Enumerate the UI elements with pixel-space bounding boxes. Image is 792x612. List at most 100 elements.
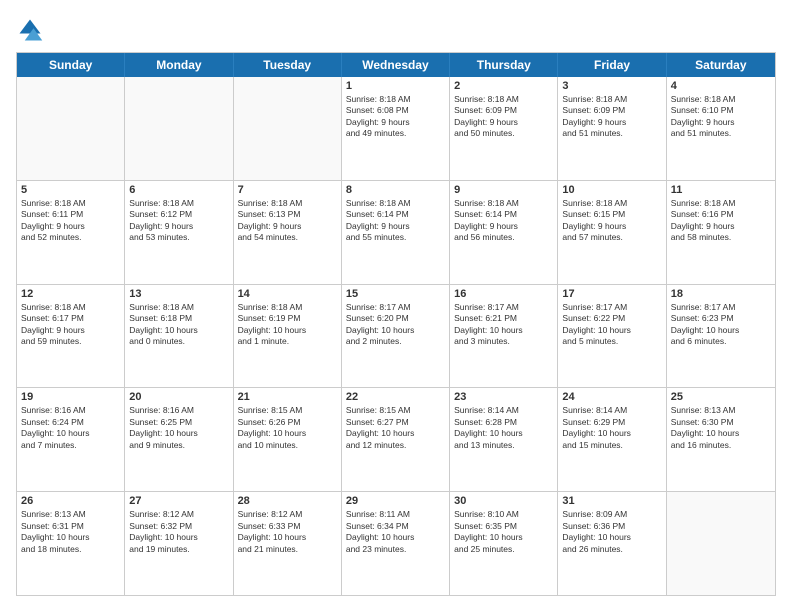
day-info: Sunrise: 8:18 AM Sunset: 6:11 PM Dayligh…	[21, 198, 120, 244]
calendar-cell: 7 Sunrise: 8:18 AM Sunset: 6:13 PM Daylig…	[234, 181, 342, 284]
day-number: 16	[454, 288, 553, 300]
calendar-cell: 1 Sunrise: 8:18 AM Sunset: 6:08 PM Daylig…	[342, 77, 450, 180]
calendar-cell: 11 Sunrise: 8:18 AM Sunset: 6:16 PM Dayli…	[667, 181, 775, 284]
day-number: 3	[562, 80, 661, 92]
calendar-cell: 31 Sunrise: 8:09 AM Sunset: 6:36 PM Dayli…	[558, 492, 666, 595]
day-info: Sunrise: 8:16 AM Sunset: 6:24 PM Dayligh…	[21, 405, 120, 451]
day-info: Sunrise: 8:18 AM Sunset: 6:08 PM Dayligh…	[346, 94, 445, 140]
calendar-cell: 16 Sunrise: 8:17 AM Sunset: 6:21 PM Dayli…	[450, 285, 558, 388]
day-info: Sunrise: 8:18 AM Sunset: 6:09 PM Dayligh…	[454, 94, 553, 140]
day-info: Sunrise: 8:13 AM Sunset: 6:30 PM Dayligh…	[671, 405, 771, 451]
day-info: Sunrise: 8:12 AM Sunset: 6:33 PM Dayligh…	[238, 509, 337, 555]
calendar-cell: 24 Sunrise: 8:14 AM Sunset: 6:29 PM Dayli…	[558, 388, 666, 491]
header-day-thursday: Thursday	[450, 53, 558, 77]
day-number: 7	[238, 184, 337, 196]
header-day-tuesday: Tuesday	[234, 53, 342, 77]
day-number: 2	[454, 80, 553, 92]
day-number: 5	[21, 184, 120, 196]
calendar-row-0: 1 Sunrise: 8:18 AM Sunset: 6:08 PM Daylig…	[17, 77, 775, 181]
day-number: 17	[562, 288, 661, 300]
logo-icon	[16, 16, 44, 44]
day-info: Sunrise: 8:18 AM Sunset: 6:14 PM Dayligh…	[346, 198, 445, 244]
day-number: 9	[454, 184, 553, 196]
day-info: Sunrise: 8:14 AM Sunset: 6:29 PM Dayligh…	[562, 405, 661, 451]
calendar-row-1: 5 Sunrise: 8:18 AM Sunset: 6:11 PM Daylig…	[17, 181, 775, 285]
day-info: Sunrise: 8:18 AM Sunset: 6:13 PM Dayligh…	[238, 198, 337, 244]
calendar-cell: 22 Sunrise: 8:15 AM Sunset: 6:27 PM Dayli…	[342, 388, 450, 491]
calendar-cell: 9 Sunrise: 8:18 AM Sunset: 6:14 PM Daylig…	[450, 181, 558, 284]
calendar-cell: 4 Sunrise: 8:18 AM Sunset: 6:10 PM Daylig…	[667, 77, 775, 180]
page: SundayMondayTuesdayWednesdayThursdayFrid…	[0, 0, 792, 612]
day-info: Sunrise: 8:11 AM Sunset: 6:34 PM Dayligh…	[346, 509, 445, 555]
calendar-cell: 30 Sunrise: 8:10 AM Sunset: 6:35 PM Dayli…	[450, 492, 558, 595]
calendar-body: 1 Sunrise: 8:18 AM Sunset: 6:08 PM Daylig…	[17, 77, 775, 595]
calendar-cell: 29 Sunrise: 8:11 AM Sunset: 6:34 PM Dayli…	[342, 492, 450, 595]
day-info: Sunrise: 8:09 AM Sunset: 6:36 PM Dayligh…	[562, 509, 661, 555]
calendar-cell: 19 Sunrise: 8:16 AM Sunset: 6:24 PM Dayli…	[17, 388, 125, 491]
day-info: Sunrise: 8:12 AM Sunset: 6:32 PM Dayligh…	[129, 509, 228, 555]
calendar-cell: 15 Sunrise: 8:17 AM Sunset: 6:20 PM Dayli…	[342, 285, 450, 388]
day-number: 24	[562, 391, 661, 403]
calendar-cell: 5 Sunrise: 8:18 AM Sunset: 6:11 PM Daylig…	[17, 181, 125, 284]
day-number: 27	[129, 495, 228, 507]
day-number: 31	[562, 495, 661, 507]
day-info: Sunrise: 8:17 AM Sunset: 6:20 PM Dayligh…	[346, 302, 445, 348]
calendar-cell: 13Sunrise: 8:18 AM Sunset: 6:18 PM Dayli…	[125, 285, 233, 388]
calendar-cell	[667, 492, 775, 595]
day-number: 15	[346, 288, 445, 300]
day-number: 19	[21, 391, 120, 403]
calendar-cell: 12 Sunrise: 8:18 AM Sunset: 6:17 PM Dayli…	[17, 285, 125, 388]
day-info: Sunrise: 8:10 AM Sunset: 6:35 PM Dayligh…	[454, 509, 553, 555]
day-number: 4	[671, 80, 771, 92]
day-number: 29	[346, 495, 445, 507]
calendar-cell: 23 Sunrise: 8:14 AM Sunset: 6:28 PM Dayli…	[450, 388, 558, 491]
header	[16, 16, 776, 44]
day-info: Sunrise: 8:18 AM Sunset: 6:09 PM Dayligh…	[562, 94, 661, 140]
calendar-cell	[234, 77, 342, 180]
calendar-cell: 2 Sunrise: 8:18 AM Sunset: 6:09 PM Daylig…	[450, 77, 558, 180]
day-info: Sunrise: 8:15 AM Sunset: 6:27 PM Dayligh…	[346, 405, 445, 451]
day-number: 22	[346, 391, 445, 403]
day-number: 23	[454, 391, 553, 403]
calendar-cell: 6Sunrise: 8:18 AM Sunset: 6:12 PM Daylig…	[125, 181, 233, 284]
day-number: 30	[454, 495, 553, 507]
day-number: 26	[21, 495, 120, 507]
calendar-row-4: 26 Sunrise: 8:13 AM Sunset: 6:31 PM Dayli…	[17, 492, 775, 595]
header-day-saturday: Saturday	[667, 53, 775, 77]
day-number: 25	[671, 391, 771, 403]
day-info: Sunrise: 8:18 AM Sunset: 6:17 PM Dayligh…	[21, 302, 120, 348]
header-day-sunday: Sunday	[17, 53, 125, 77]
day-info: Sunrise: 8:18 AM Sunset: 6:16 PM Dayligh…	[671, 198, 771, 244]
calendar-row-3: 19 Sunrise: 8:16 AM Sunset: 6:24 PM Dayli…	[17, 388, 775, 492]
day-number: 12	[21, 288, 120, 300]
day-info: Sunrise: 8:17 AM Sunset: 6:21 PM Dayligh…	[454, 302, 553, 348]
calendar-row-2: 12 Sunrise: 8:18 AM Sunset: 6:17 PM Dayli…	[17, 285, 775, 389]
calendar-cell: 25 Sunrise: 8:13 AM Sunset: 6:30 PM Dayli…	[667, 388, 775, 491]
day-info: Sunrise: 8:14 AM Sunset: 6:28 PM Dayligh…	[454, 405, 553, 451]
calendar-cell: 14 Sunrise: 8:18 AM Sunset: 6:19 PM Dayli…	[234, 285, 342, 388]
header-day-wednesday: Wednesday	[342, 53, 450, 77]
calendar-cell: 28Sunrise: 8:12 AM Sunset: 6:33 PM Dayli…	[234, 492, 342, 595]
day-info: Sunrise: 8:17 AM Sunset: 6:22 PM Dayligh…	[562, 302, 661, 348]
calendar-cell: 8Sunrise: 8:18 AM Sunset: 6:14 PM Daylig…	[342, 181, 450, 284]
day-number: 18	[671, 288, 771, 300]
day-info: Sunrise: 8:18 AM Sunset: 6:10 PM Dayligh…	[671, 94, 771, 140]
calendar-cell: 20Sunrise: 8:16 AM Sunset: 6:25 PM Dayli…	[125, 388, 233, 491]
day-info: Sunrise: 8:13 AM Sunset: 6:31 PM Dayligh…	[21, 509, 120, 555]
calendar-cell	[17, 77, 125, 180]
day-number: 1	[346, 80, 445, 92]
day-info: Sunrise: 8:18 AM Sunset: 6:19 PM Dayligh…	[238, 302, 337, 348]
day-number: 14	[238, 288, 337, 300]
day-number: 11	[671, 184, 771, 196]
calendar: SundayMondayTuesdayWednesdayThursdayFrid…	[16, 52, 776, 596]
day-info: Sunrise: 8:18 AM Sunset: 6:14 PM Dayligh…	[454, 198, 553, 244]
calendar-cell: 18Sunrise: 8:17 AM Sunset: 6:23 PM Dayli…	[667, 285, 775, 388]
day-info: Sunrise: 8:18 AM Sunset: 6:12 PM Dayligh…	[129, 198, 228, 244]
calendar-cell: 10Sunrise: 8:18 AM Sunset: 6:15 PM Dayli…	[558, 181, 666, 284]
day-info: Sunrise: 8:18 AM Sunset: 6:15 PM Dayligh…	[562, 198, 661, 244]
header-day-friday: Friday	[558, 53, 666, 77]
calendar-cell: 21Sunrise: 8:15 AM Sunset: 6:26 PM Dayli…	[234, 388, 342, 491]
calendar-cell: 17 Sunrise: 8:17 AM Sunset: 6:22 PM Dayli…	[558, 285, 666, 388]
day-number: 20	[129, 391, 228, 403]
day-number: 21	[238, 391, 337, 403]
